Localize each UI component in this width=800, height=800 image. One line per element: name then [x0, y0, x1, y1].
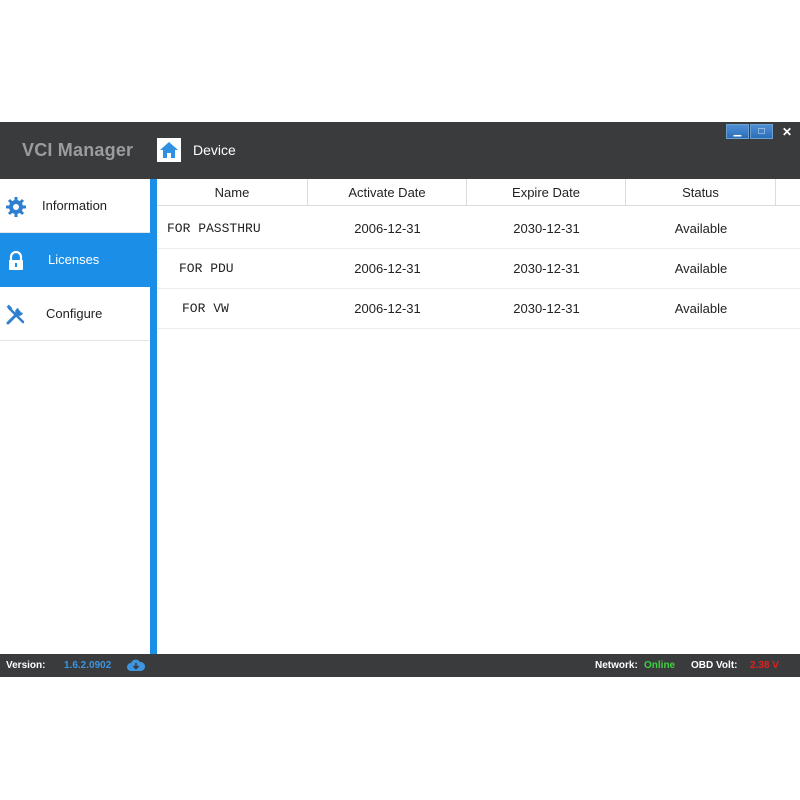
- sidebar: Information Licenses Configure: [0, 179, 150, 654]
- sidebar-item-licenses[interactable]: Licenses: [0, 233, 150, 287]
- cell-name: FOR VW: [182, 301, 229, 316]
- close-button[interactable]: ✕: [774, 124, 800, 139]
- cell-status: Available: [674, 261, 728, 276]
- column-header-status[interactable]: Status: [626, 179, 776, 205]
- obd-volt-value: 2.38 V: [750, 660, 779, 671]
- sidebar-accent-divider: [150, 179, 157, 654]
- status-bar: Version: 1.6.2.0902 Network: Online OBD …: [0, 654, 800, 677]
- sidebar-item-label: Licenses: [48, 252, 100, 267]
- sidebar-item-configure[interactable]: Configure: [0, 287, 150, 341]
- version-label: Version:: [6, 660, 46, 671]
- window-controls: ▁ □ ✕: [725, 124, 800, 139]
- column-header-activate-date[interactable]: Activate Date: [308, 179, 467, 205]
- licenses-table: Name Activate Date Expire Date Status FO…: [157, 179, 800, 654]
- maximize-button[interactable]: □: [750, 124, 773, 139]
- cell-activate-date: 2006-12-31: [354, 301, 421, 316]
- cell-status: Available: [674, 221, 728, 236]
- cloud-download-icon[interactable]: [127, 658, 145, 672]
- table-header: Name Activate Date Expire Date Status: [157, 179, 800, 206]
- breadcrumb-device[interactable]: Device: [193, 142, 236, 158]
- table-row[interactable]: FOR PDU 2006-12-31 2030-12-31 Available: [157, 249, 800, 289]
- column-header-expire-date[interactable]: Expire Date: [467, 179, 626, 205]
- obd-volt-label: OBD Volt:: [691, 660, 738, 671]
- vci-manager-window: VCI Manager Device ▁ □ ✕ Information Lic…: [0, 122, 800, 677]
- cell-activate-date: 2006-12-31: [354, 221, 421, 236]
- home-icon[interactable]: [157, 138, 181, 162]
- lock-icon: [9, 250, 23, 270]
- sidebar-item-label: Information: [42, 198, 108, 213]
- table-row[interactable]: FOR VW 2006-12-31 2030-12-31 Available: [157, 289, 800, 329]
- minimize-button[interactable]: ▁: [726, 124, 749, 139]
- sidebar-item-label: Configure: [46, 306, 103, 321]
- cell-status: Available: [674, 301, 728, 316]
- title-bar: VCI Manager Device ▁ □ ✕: [0, 122, 800, 179]
- network-label: Network:: [595, 660, 638, 671]
- app-title: VCI Manager: [22, 140, 134, 160]
- network-status: Online: [644, 660, 676, 671]
- tools-icon: [6, 304, 25, 325]
- gear-icon: [6, 197, 26, 217]
- table-row[interactable]: FOR PASSTHRU 2006-12-31 2030-12-31 Avail…: [157, 209, 800, 249]
- column-header-name[interactable]: Name: [157, 179, 308, 205]
- version-value: 1.6.2.0902: [64, 660, 112, 671]
- cell-activate-date: 2006-12-31: [354, 261, 421, 276]
- cell-expire-date: 2030-12-31: [513, 261, 580, 276]
- cell-name: FOR PDU: [179, 261, 234, 276]
- cell-expire-date: 2030-12-31: [513, 221, 580, 236]
- cell-name: FOR PASSTHRU: [167, 221, 261, 236]
- sidebar-item-information[interactable]: Information: [0, 179, 150, 233]
- cell-expire-date: 2030-12-31: [513, 301, 580, 316]
